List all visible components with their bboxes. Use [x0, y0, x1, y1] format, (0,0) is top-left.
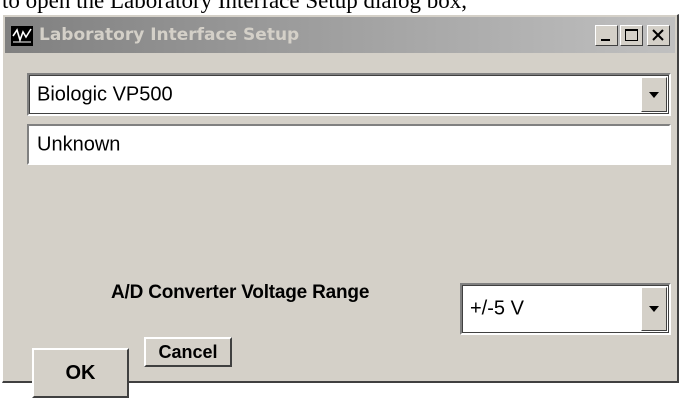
- window-title: Laboratory Interface Setup: [39, 25, 300, 45]
- voltage-range-select[interactable]: +/-5 V: [460, 283, 671, 335]
- chevron-down-icon: [649, 91, 659, 98]
- close-icon: [652, 29, 664, 41]
- maximize-button[interactable]: [620, 25, 643, 46]
- status-field-value: Unknown: [37, 133, 121, 155]
- laboratory-interface-setup-dialog: Laboratory Interface Setup Biologic VP50…: [2, 14, 679, 398]
- title-bar[interactable]: Laboratory Interface Setup: [5, 17, 675, 53]
- status-field[interactable]: Unknown: [27, 124, 671, 165]
- device-select-dropdown-button[interactable]: [641, 77, 667, 112]
- minimize-icon: [601, 39, 610, 41]
- voltage-range-dropdown-button[interactable]: [641, 287, 667, 331]
- maximize-icon: [625, 29, 638, 41]
- ok-button[interactable]: OK: [32, 348, 129, 398]
- app-icon: [11, 26, 33, 46]
- voltage-range-value: +/-5 V: [470, 297, 524, 320]
- close-button[interactable]: [647, 25, 670, 46]
- device-select[interactable]: Biologic VP500: [27, 73, 671, 116]
- chevron-down-icon: [649, 306, 659, 312]
- document-caption: to open the Laboratory Interface Setup d…: [2, 0, 467, 13]
- cancel-button[interactable]: Cancel: [144, 337, 232, 367]
- voltage-range-label: A/D Converter Voltage Range: [111, 282, 370, 303]
- device-select-value: Biologic VP500: [37, 83, 173, 105]
- minimize-button[interactable]: [595, 25, 618, 46]
